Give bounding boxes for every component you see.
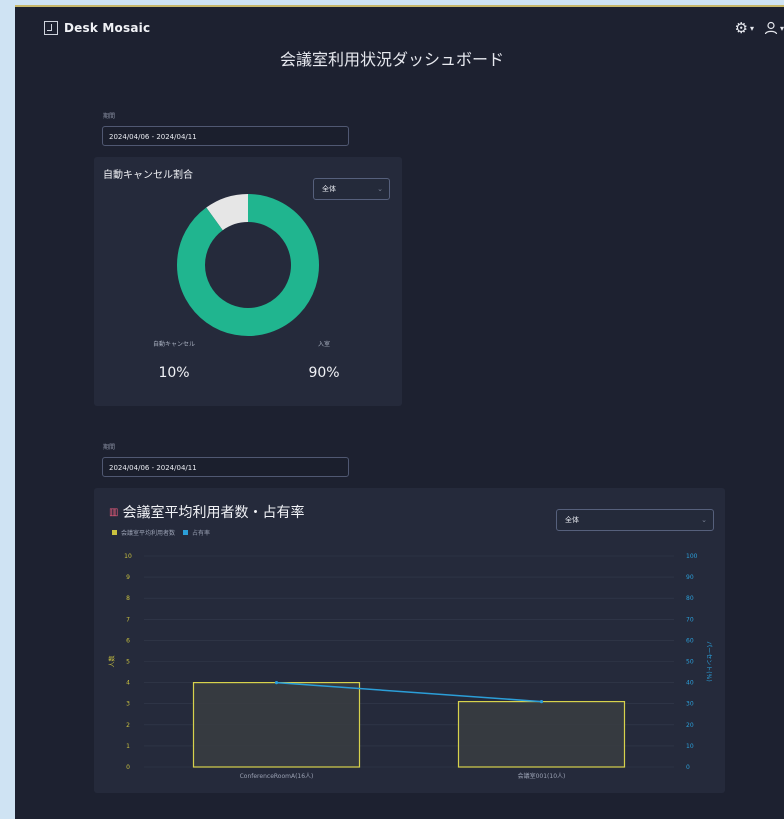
x-tick-label: ConferenceRoomA(16人) <box>240 773 314 780</box>
y2-axis-title: パーセント(%) <box>705 641 712 681</box>
y2-tick-label: 70 <box>686 616 694 623</box>
bar <box>457 700 626 768</box>
top-right-icons: ⚙ ▾ ▾ <box>735 19 784 37</box>
y2-tick-label: 20 <box>686 722 694 729</box>
donut-slice <box>206 194 249 231</box>
y2-tick-label: 80 <box>686 595 694 602</box>
y-tick-label: 1 <box>126 743 130 750</box>
line-point <box>274 681 279 685</box>
brand[interactable]: Desk Mosaic <box>44 21 150 35</box>
y2-tick-label: 10 <box>686 743 694 750</box>
y2-tick-label: 30 <box>686 701 694 708</box>
donut-chart <box>177 194 319 336</box>
period-label: 期間 <box>103 113 116 120</box>
y-axis-title: 人数 <box>108 655 116 667</box>
combo-chart: 0123456789100102030405060708090100人数 パーセン… <box>108 553 712 780</box>
y-tick-label: 2 <box>126 722 130 729</box>
y-tick-label: 3 <box>126 701 130 708</box>
auto-cancel-label: 自動キャンセル <box>152 341 195 348</box>
grid-logo-icon <box>44 21 58 35</box>
bar <box>192 682 361 768</box>
user-icon <box>764 21 778 35</box>
auto-cancel-card: 自動キャンセル割合 全体 ⌄ 自動キャンセル 入室 10% 90% <box>94 157 402 406</box>
y2-tick-label: 60 <box>686 637 694 644</box>
brand-name: Desk Mosaic <box>64 21 151 35</box>
y-tick-label: 9 <box>126 574 130 581</box>
y-tick-label: 7 <box>126 616 130 623</box>
y-tick-label: 8 <box>126 595 130 602</box>
y-tick-label: 6 <box>126 637 130 644</box>
x-tick-label: 会議室001(10人) <box>518 772 566 780</box>
y-tick-label: 10 <box>124 553 132 560</box>
y2-tick-label: 100 <box>686 553 698 560</box>
donut-slice <box>177 194 319 336</box>
y-tick-label: 5 <box>126 659 130 666</box>
gear-icon: ⚙ <box>734 19 748 37</box>
period-label: 期間 <box>103 444 116 451</box>
top-accent-line <box>15 5 784 7</box>
entered-label: 入室 <box>317 341 330 348</box>
y-tick-label: 0 <box>126 764 130 771</box>
usage-occupancy-card: ▥ 会議室平均利用者数・占有率 全体 ⌄ 会議室平均利用者数 占有率 01234… <box>94 488 725 793</box>
date-range-input[interactable]: 2024/04/06 - 2024/04/11 <box>102 457 349 477</box>
chevron-down-icon: ▾ <box>779 23 784 33</box>
user-menu[interactable]: ▾ <box>764 21 784 35</box>
y2-tick-label: 90 <box>686 574 694 581</box>
chevron-down-icon: ▾ <box>749 23 754 33</box>
y2-tick-label: 40 <box>686 680 694 687</box>
y-tick-label: 4 <box>126 680 130 687</box>
settings-menu[interactable]: ⚙ ▾ <box>735 19 754 37</box>
date-range-input[interactable]: 2024/04/06 - 2024/04/11 <box>102 126 349 146</box>
y2-tick-label: 50 <box>686 659 694 666</box>
y2-tick-label: 0 <box>686 764 690 771</box>
line-point <box>539 699 544 704</box>
page-title: 会議室利用状況ダッシュボード <box>279 50 504 69</box>
entered-value: 90% <box>308 365 340 381</box>
auto-cancel-value: 10% <box>158 365 190 381</box>
